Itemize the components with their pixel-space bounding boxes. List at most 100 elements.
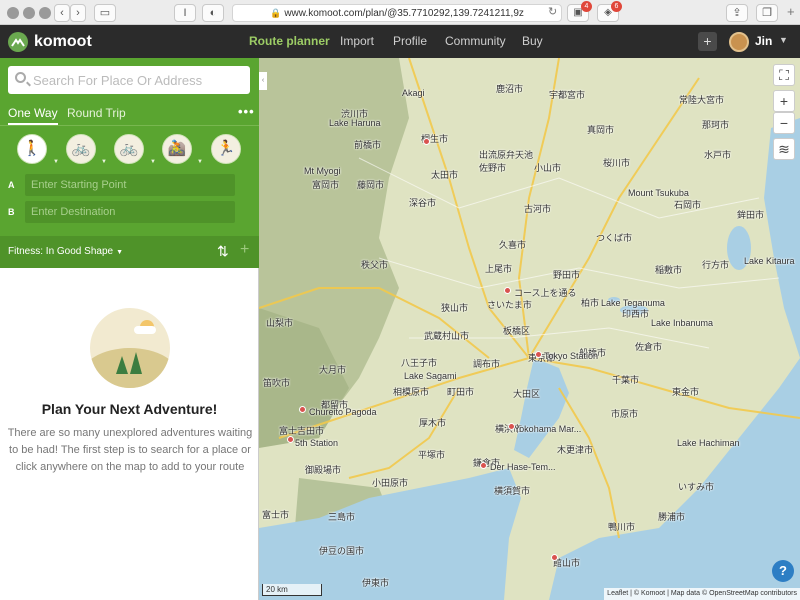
map-place-label[interactable]: 伊豆の国市 <box>319 544 364 557</box>
map-place-label[interactable]: Yokohama Mar... <box>514 424 581 434</box>
map-place-label[interactable]: いすみ市 <box>678 480 714 493</box>
map-place-label[interactable]: 厚木市 <box>419 416 446 429</box>
nav-buy[interactable]: Buy <box>522 34 543 48</box>
map-place-label[interactable]: 深谷市 <box>409 196 436 209</box>
destination-input[interactable] <box>25 201 235 223</box>
map-place-label[interactable]: 佐倉市 <box>635 340 662 353</box>
map-place-label[interactable]: 行方市 <box>702 258 729 271</box>
help-button[interactable]: ? <box>772 560 794 582</box>
map-place-label[interactable]: Tokyo Station <box>544 351 598 361</box>
poi-pin[interactable] <box>423 138 430 145</box>
map-place-label[interactable]: 富士市 <box>262 508 289 521</box>
map-place-label[interactable]: 古河市 <box>524 202 551 215</box>
poi-pin[interactable] <box>535 351 542 358</box>
chevron-down-icon[interactable]: ▼ <box>150 159 156 165</box>
map-attribution[interactable]: Leaflet | © Komoot | Map data © OpenStre… <box>604 588 800 600</box>
chevron-down-icon[interactable]: ▼ <box>197 159 203 165</box>
map-place-label[interactable]: 真岡市 <box>587 123 614 136</box>
poi-pin[interactable] <box>480 462 487 469</box>
map-place-label[interactable]: 狭山市 <box>441 301 468 314</box>
map-place-label[interactable]: 小山市 <box>534 161 561 174</box>
map-place-label[interactable]: 那珂市 <box>702 118 729 131</box>
poi-pin[interactable] <box>508 423 515 430</box>
map-place-label[interactable]: 大田区 <box>513 387 540 400</box>
map-place-label[interactable]: 笛吹市 <box>263 376 290 389</box>
map-place-label[interactable]: 柏市 <box>581 296 599 309</box>
map-place-label[interactable]: 前橋市 <box>354 138 381 151</box>
map-place-label[interactable]: 町田市 <box>447 385 474 398</box>
road-bike-icon[interactable]: 🚲 <box>66 134 96 164</box>
map-place-label[interactable]: 伊東市 <box>362 576 389 589</box>
komoot-logo[interactable]: komoot <box>8 31 92 53</box>
new-tab-icon[interactable]: + <box>787 4 795 19</box>
map-place-label[interactable]: 相模原市 <box>393 385 429 398</box>
map-place-label[interactable]: 鹿沼市 <box>496 82 523 95</box>
map-place-label[interactable]: 常陸大宮市 <box>679 93 724 106</box>
map-place-label[interactable]: 宇都宮市 <box>549 88 585 101</box>
map-place-label[interactable]: Chureito Pagoda <box>309 407 377 417</box>
map-place-label[interactable]: 久喜市 <box>499 238 526 251</box>
map-place-label[interactable]: 富士吉田市 <box>279 424 324 437</box>
chevron-down-icon[interactable]: ▼ <box>101 159 107 165</box>
privacy-icon[interactable]: ◐ <box>202 4 224 22</box>
map-place-label[interactable]: 出流原弁天池 <box>479 148 533 161</box>
tabs-icon[interactable]: ❐ <box>756 4 778 22</box>
touring-bike-icon[interactable]: 🚲 <box>114 134 144 164</box>
more-options-icon[interactable]: ••• <box>238 104 255 119</box>
zoom-in-button[interactable]: + <box>773 90 795 112</box>
map-place-label[interactable]: Akagi <box>402 88 425 98</box>
nav-import[interactable]: Import <box>340 34 374 48</box>
map-place-label[interactable]: Lake Kitaura <box>744 256 795 266</box>
add-waypoint-icon[interactable]: + <box>240 241 249 259</box>
map-place-label[interactable]: 市原市 <box>611 407 638 420</box>
map-place-label[interactable]: 勝浦市 <box>658 510 685 523</box>
map-place-label[interactable]: 板橋区 <box>503 324 530 337</box>
minimize-window-icon[interactable] <box>23 7 35 19</box>
map-place-label[interactable]: 横須賀市 <box>494 484 530 497</box>
tab-round-trip[interactable]: Round Trip <box>67 106 126 120</box>
user-name[interactable]: Jin <box>755 34 772 48</box>
poi-pin[interactable] <box>299 406 306 413</box>
hiking-icon[interactable]: 🚶 <box>17 134 47 164</box>
fitness-dropdown[interactable]: Fitness: In Good Shape ▼ <box>8 246 123 257</box>
zoom-out-button[interactable]: − <box>773 112 795 134</box>
layers-icon[interactable]: ≋ <box>773 138 795 160</box>
poi-pin[interactable] <box>287 436 294 443</box>
map-place-label[interactable]: 太田市 <box>431 168 458 181</box>
avatar[interactable] <box>729 32 749 52</box>
nav-route-planner[interactable]: Route planner <box>249 34 330 48</box>
back-icon[interactable]: ‹ <box>54 4 70 22</box>
collapse-sidebar-icon[interactable]: ‹ <box>259 72 267 90</box>
address-bar[interactable]: 🔒 www.komoot.com/plan/@35.7710292,139.724… <box>232 4 562 22</box>
search-box[interactable] <box>8 66 250 94</box>
map-place-label[interactable]: 鉾田市 <box>737 208 764 221</box>
map-view[interactable]: Akagi 鹿沼市 宇都宮市 常陸大宮市 渋川市 Lake Haruna 那珂市 真岡市 桐生市… <box>259 58 800 600</box>
reader-icon[interactable]: I <box>174 4 196 22</box>
map-place-label[interactable]: Mt Myogi <box>304 166 341 176</box>
map-place-label[interactable]: 調布市 <box>473 357 500 370</box>
map-place-label[interactable]: 武蔵村山市 <box>424 329 469 342</box>
map-place-label[interactable]: 稲敷市 <box>655 263 682 276</box>
starting-point-input[interactable] <box>25 174 235 196</box>
map-place-label[interactable]: 5th Station <box>295 438 338 448</box>
extension-1-icon[interactable]: ▣ 4 <box>567 1 592 22</box>
map-place-label[interactable]: 木更津市 <box>557 443 593 456</box>
extension-2-icon[interactable]: ◈ 6 <box>597 1 622 22</box>
mountain-bike-icon[interactable]: 🚵 <box>162 134 192 164</box>
map-place-label[interactable]: 大月市 <box>319 363 346 376</box>
nav-profile[interactable]: Profile <box>393 34 427 48</box>
map-place-label[interactable]: 平塚市 <box>418 448 445 461</box>
map-place-label[interactable]: 印西市 <box>622 307 649 320</box>
map-place-label[interactable]: Mount Tsukuba <box>628 188 689 198</box>
tab-one-way[interactable]: One Way <box>8 106 58 125</box>
map-place-label[interactable]: 三島市 <box>328 510 355 523</box>
map-place-label[interactable]: 水戸市 <box>704 148 731 161</box>
close-window-icon[interactable] <box>7 7 19 19</box>
map-place-label[interactable]: Lake Hachiman <box>677 438 740 448</box>
map-place-label[interactable]: つくば市 <box>596 231 632 244</box>
create-plus-button[interactable]: + <box>698 32 717 51</box>
map-place-label[interactable]: 石岡市 <box>674 198 701 211</box>
map-place-label[interactable]: 富岡市 <box>312 178 339 191</box>
swap-waypoints-icon[interactable]: ⇅ <box>217 243 229 260</box>
share-icon[interactable]: ⇪ <box>726 4 748 22</box>
